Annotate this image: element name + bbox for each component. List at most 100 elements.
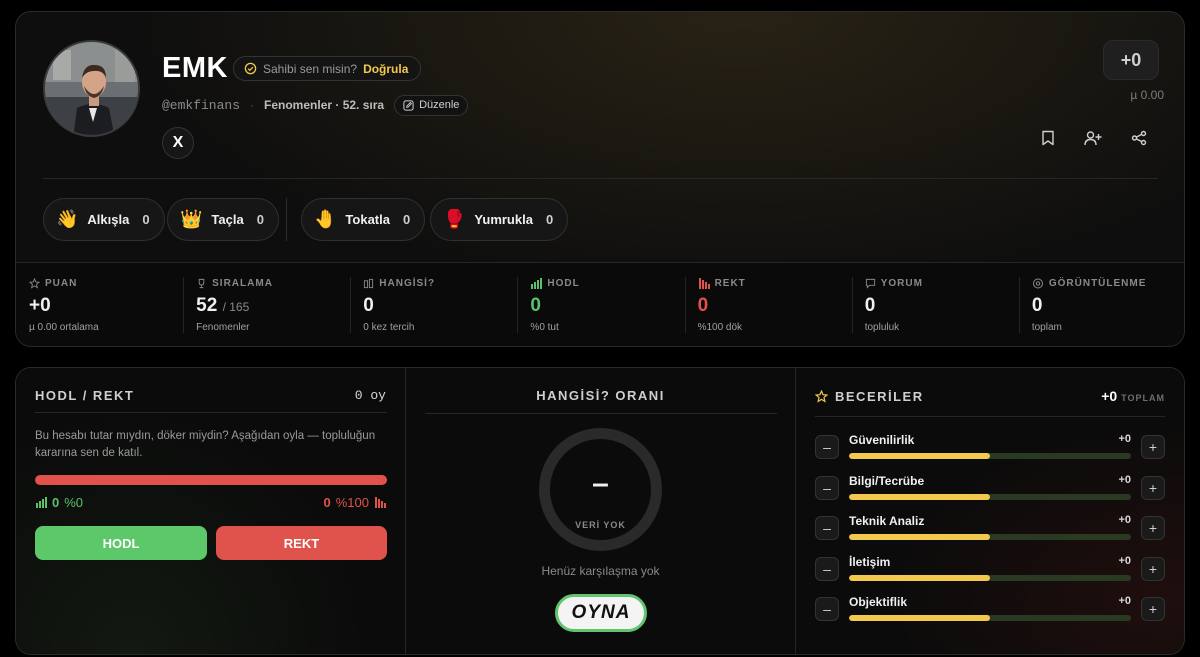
verify-action: Doğrula xyxy=(363,61,409,76)
vote-count: 0 oy xyxy=(354,388,386,403)
stat-label-row: HANGİSİ? xyxy=(363,278,517,289)
reaction-label: Yumrukla xyxy=(474,212,533,227)
skill-row: – İletişim +0 + xyxy=(815,555,1165,587)
skill-decrease-button[interactable]: – xyxy=(815,557,839,581)
waving-hand-icon: 👋 xyxy=(56,209,79,229)
stat-sub: %100 dök xyxy=(697,322,743,333)
eye-icon xyxy=(1032,278,1043,289)
skill-value: +0 xyxy=(1118,595,1131,607)
minus-icon: – xyxy=(823,561,831,577)
stat-label-row: YORUM xyxy=(865,278,1019,289)
minus-icon: – xyxy=(823,439,831,455)
empty-state-text: Henüz karşılaşma yok xyxy=(541,564,660,578)
stat-value: 0 xyxy=(1032,295,1184,317)
hodl-percent: %0 xyxy=(64,495,84,510)
crown-button[interactable]: 👑 Taçla 0 xyxy=(167,198,279,241)
panel-divider xyxy=(815,416,1165,417)
stat-score: PUAN +0 µ 0.00 ortalama xyxy=(16,263,183,346)
punch-button[interactable]: 🥊 Yumrukla 0 xyxy=(430,198,569,241)
skill-name: Teknik Analiz xyxy=(849,514,925,528)
stat-value: 0 xyxy=(363,295,517,317)
skill-bar xyxy=(849,453,1131,459)
skill-decrease-button[interactable]: – xyxy=(815,597,839,621)
skill-increase-button[interactable]: + xyxy=(1141,476,1165,500)
stat-number: 0 xyxy=(530,295,541,316)
panel-divider xyxy=(35,412,387,413)
skill-name: Güvenilirlik xyxy=(849,433,915,447)
skill-value: +0 xyxy=(1118,433,1131,445)
hodl-vote-button[interactable]: HODL xyxy=(35,526,207,560)
verify-ownership-button[interactable]: Sahibi sen misin? Doğrula xyxy=(233,56,422,81)
rekt-ratio: 0 %100 xyxy=(324,495,386,510)
hangisi-title: HANGİSİ? ORANI xyxy=(536,388,665,403)
skill-bar-fill xyxy=(849,453,990,459)
skill-decrease-button[interactable]: – xyxy=(815,516,839,540)
hodl-ratio: 0 %0 xyxy=(35,495,83,510)
profile-handle: @emkfinans xyxy=(162,97,241,113)
reaction-count: 0 xyxy=(402,212,411,227)
follow-button[interactable] xyxy=(1080,125,1106,151)
stat-number: 0 xyxy=(697,295,709,316)
reaction-count: 0 xyxy=(142,212,150,227)
x-social-button[interactable]: X xyxy=(162,127,194,159)
separator-dot: · xyxy=(250,98,255,112)
skill-decrease-button[interactable]: – xyxy=(815,435,839,459)
skill-bar-fill xyxy=(849,494,990,500)
slap-button[interactable]: 🤚 Tokatla 0 xyxy=(301,198,426,241)
skill-row: – Objektiflik +0 + xyxy=(815,595,1165,627)
applaud-button[interactable]: 👋 Alkışla 0 xyxy=(43,198,165,241)
skill-increase-button[interactable]: + xyxy=(1141,557,1165,581)
ring-label: VERİ YOK xyxy=(575,520,626,530)
hodl-description: Bu hesabı tutar mıydın, döker miydin? Aş… xyxy=(35,430,376,459)
stat-hangisi: HANGİSİ? 0 0 kez tercih xyxy=(350,263,517,346)
stat-label: REKT xyxy=(714,278,746,289)
skills-header: BECERİLER xyxy=(815,389,924,404)
skill-increase-button[interactable]: + xyxy=(1141,516,1165,540)
rekt-count: 0 xyxy=(323,495,331,510)
stat-sub: toplam xyxy=(1031,322,1062,333)
reaction-label: Taçla xyxy=(211,212,244,227)
plus-icon: + xyxy=(1148,520,1158,536)
skill-decrease-button[interactable]: – xyxy=(815,476,839,500)
skill-increase-button[interactable]: + xyxy=(1141,435,1165,459)
stat-label-row: PUAN xyxy=(29,278,183,289)
skill-name: Bilgi/Tecrübe xyxy=(849,474,925,488)
chart-up-icon xyxy=(36,497,47,508)
skill-bar-fill xyxy=(849,575,990,581)
stat-label: HANGİSİ? xyxy=(379,278,436,289)
stat-number: +0 xyxy=(29,295,51,316)
ratio-ring: – VERİ YOK xyxy=(539,428,662,551)
skill-bar-fill xyxy=(849,615,990,621)
crown-icon: 👑 xyxy=(180,209,203,229)
minus-icon: – xyxy=(823,480,831,496)
slap-icon: 🤚 xyxy=(314,209,337,229)
chart-down-icon xyxy=(698,278,710,289)
skill-increase-button[interactable]: + xyxy=(1141,597,1165,621)
rekt-vote-button[interactable]: REKT xyxy=(216,526,387,560)
x-icon: X xyxy=(172,134,184,151)
stat-sub: topluluk xyxy=(864,322,900,333)
stat-value: 0 xyxy=(530,295,684,317)
plus-icon: + xyxy=(1148,561,1158,577)
edit-button[interactable]: Düzenle xyxy=(394,94,469,116)
star-icon xyxy=(815,390,828,403)
stat-value: +0 xyxy=(29,295,183,317)
stat-label-row: REKT xyxy=(698,278,852,289)
stat-number: 52 xyxy=(196,295,218,316)
skills-total-value: +0 xyxy=(1101,388,1118,404)
plus-icon: + xyxy=(1148,439,1158,455)
skill-value: +0 xyxy=(1118,514,1131,526)
stat-label: GÖRÜNTÜLENME xyxy=(1048,278,1147,289)
share-button[interactable] xyxy=(1126,125,1152,151)
stat-label-row: GÖRÜNTÜLENME xyxy=(1032,278,1184,289)
bookmark-button[interactable] xyxy=(1035,125,1061,151)
profile-name: EMK xyxy=(162,52,228,84)
boxing-glove-icon: 🥊 xyxy=(443,209,466,229)
skill-bar xyxy=(849,615,1131,621)
ring-value: – xyxy=(592,467,609,500)
play-button[interactable]: OYNA xyxy=(555,594,647,632)
skill-value: +0 xyxy=(1118,474,1131,486)
stat-sub: %0 tut xyxy=(530,322,559,333)
stat-rekt: REKT 0 %100 dök xyxy=(684,263,852,346)
stat-label: PUAN xyxy=(45,278,78,289)
